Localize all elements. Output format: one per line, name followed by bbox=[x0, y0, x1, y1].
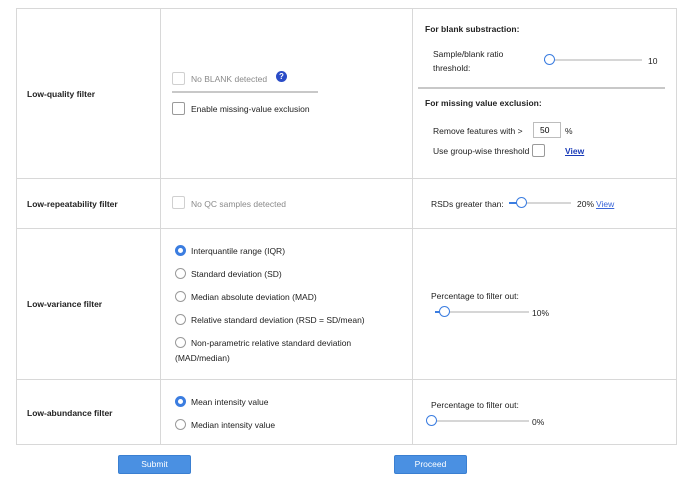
blank-subtraction-title: For blank substraction: bbox=[425, 24, 520, 34]
missing-value-checkbox[interactable] bbox=[172, 102, 185, 115]
ratio-slider-handle[interactable] bbox=[543, 54, 555, 65]
rsd-option-label: Relative standard deviation (RSD = SD/me… bbox=[191, 315, 365, 325]
percent-sign: % bbox=[565, 126, 573, 136]
filter-table: Low-quality filter Low-repeatability fil… bbox=[16, 8, 677, 445]
median-intensity-radio[interactable] bbox=[175, 419, 186, 430]
low-repeatability-filter-label: Low-repeatability filter bbox=[27, 199, 118, 209]
separator bbox=[172, 91, 318, 93]
missing-value-label: Enable missing-value exclusion bbox=[191, 104, 310, 114]
no-blank-checkbox[interactable] bbox=[172, 72, 185, 85]
sd-radio[interactable] bbox=[175, 268, 186, 279]
nonparametric-rsd-label-cont: (MAD/median) bbox=[175, 353, 230, 363]
median-intensity-label: Median intensity value bbox=[191, 420, 276, 430]
row-divider bbox=[17, 178, 676, 179]
nonparametric-rsd-radio[interactable] bbox=[175, 337, 186, 348]
sd-label: Standard deviation (SD) bbox=[191, 269, 282, 279]
variance-slider-handle[interactable] bbox=[439, 306, 451, 317]
column-divider bbox=[412, 9, 413, 444]
mad-radio[interactable] bbox=[175, 291, 186, 302]
row-divider bbox=[17, 228, 676, 229]
abundance-slider-handle[interactable] bbox=[426, 415, 437, 426]
rsd-slider-handle[interactable] bbox=[516, 197, 528, 208]
no-blank-label: No BLANK detected bbox=[191, 74, 268, 84]
no-qc-label: No QC samples detected bbox=[191, 199, 286, 209]
variance-percent-label: Percentage to filter out: bbox=[431, 291, 519, 301]
nonparametric-rsd-label: Non-parametric relative standard deviati… bbox=[191, 338, 352, 348]
rsd-radio[interactable] bbox=[175, 314, 186, 325]
abundance-percent-value: 0% bbox=[532, 417, 545, 427]
view-link[interactable]: View bbox=[565, 146, 584, 156]
groupwise-label: Use group-wise threshold bbox=[433, 146, 530, 156]
no-qc-checkbox[interactable] bbox=[172, 196, 185, 209]
proceed-button[interactable]: Proceed bbox=[394, 455, 467, 474]
variance-percent-value: 10% bbox=[532, 308, 550, 318]
low-abundance-filter-label: Low-abundance filter bbox=[27, 408, 113, 418]
low-quality-filter-label: Low-quality filter bbox=[27, 89, 95, 99]
rsd-value: 20% bbox=[577, 199, 595, 209]
submit-button[interactable]: Submit bbox=[118, 455, 191, 474]
abundance-slider-track[interactable] bbox=[431, 420, 529, 422]
separator bbox=[418, 87, 665, 89]
abundance-percent-label: Percentage to filter out: bbox=[431, 400, 519, 410]
rsd-label: RSDs greater than: bbox=[431, 199, 504, 209]
ratio-label-line1: Sample/blank ratio bbox=[433, 49, 504, 59]
mad-label: Median absolute deviation (MAD) bbox=[191, 292, 317, 302]
help-icon[interactable]: ? bbox=[276, 71, 287, 82]
ratio-slider-track[interactable] bbox=[544, 59, 642, 61]
ratio-value: 10 bbox=[648, 56, 658, 66]
groupwise-checkbox[interactable] bbox=[532, 144, 545, 157]
ratio-label-line2: threshold: bbox=[433, 63, 471, 73]
iqr-radio[interactable] bbox=[175, 245, 186, 256]
low-variance-filter-label: Low-variance filter bbox=[27, 299, 103, 309]
remove-threshold-input[interactable] bbox=[533, 122, 561, 138]
mean-intensity-radio[interactable] bbox=[175, 396, 186, 407]
row-divider bbox=[17, 379, 676, 380]
iqr-label: Interquantile range (IQR) bbox=[191, 246, 286, 256]
column-divider bbox=[160, 9, 161, 444]
mean-intensity-label: Mean intensity value bbox=[191, 397, 269, 407]
remove-features-label: Remove features with > bbox=[433, 126, 523, 136]
missing-exclusion-title: For missing value exclusion: bbox=[425, 98, 542, 108]
rsd-view-link[interactable]: View bbox=[596, 199, 614, 209]
